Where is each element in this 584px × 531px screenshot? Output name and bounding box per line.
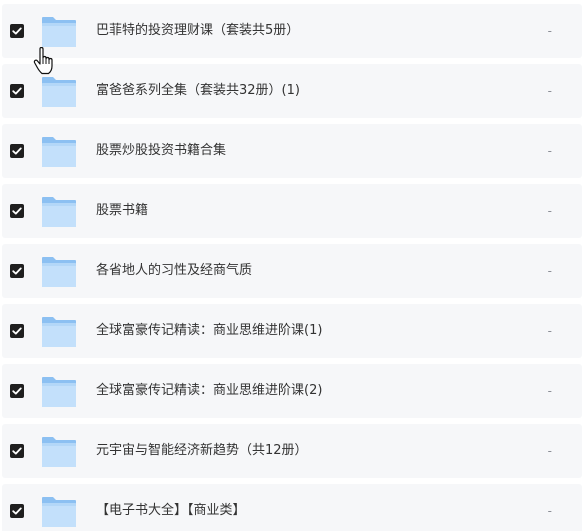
file-meta: - bbox=[547, 84, 552, 98]
file-name[interactable]: 元宇宙与智能经济新趋势（共12册） bbox=[96, 442, 308, 460]
checkbox-checked-icon[interactable] bbox=[10, 84, 24, 98]
file-name[interactable]: 富爸爸系列全集（套装共32册）(1) bbox=[96, 82, 300, 100]
checkbox-checked-icon[interactable] bbox=[10, 504, 24, 518]
folder-icon bbox=[42, 497, 76, 527]
hand-pointer-cursor-icon bbox=[33, 47, 53, 75]
folder-icon bbox=[42, 197, 76, 227]
file-name[interactable]: 全球富豪传记精读：商业思维进阶课(1) bbox=[96, 322, 322, 340]
file-meta: - bbox=[547, 324, 552, 338]
checkbox-checked-icon[interactable] bbox=[10, 264, 24, 278]
file-name[interactable]: 【电子书大全】【商业类】 bbox=[96, 502, 246, 520]
file-meta: - bbox=[547, 504, 552, 518]
file-row[interactable]: 【电子书大全】【商业类】 - bbox=[2, 484, 582, 531]
file-meta: - bbox=[547, 204, 552, 218]
file-row[interactable]: 巴菲特的投资理财课（套装共5册） - bbox=[2, 4, 582, 58]
file-name[interactable]: 各省地人的习性及经商气质 bbox=[96, 262, 252, 280]
file-name[interactable]: 巴菲特的投资理财课（套装共5册） bbox=[96, 22, 299, 40]
checkbox-checked-icon[interactable] bbox=[10, 204, 24, 218]
file-row[interactable]: 全球富豪传记精读：商业思维进阶课(1) - bbox=[2, 304, 582, 358]
file-meta: - bbox=[547, 264, 552, 278]
file-row[interactable]: 元宇宙与智能经济新趋势（共12册） - bbox=[2, 424, 582, 478]
file-meta: - bbox=[547, 384, 552, 398]
file-row[interactable]: 股票炒股投资书籍合集 - bbox=[2, 124, 582, 178]
checkbox-checked-icon[interactable] bbox=[10, 384, 24, 398]
file-row[interactable]: 各省地人的习性及经商气质 - bbox=[2, 244, 582, 298]
folder-icon bbox=[42, 137, 76, 167]
file-list: 巴菲特的投资理财课（套装共5册） - 富爸爸系列全集（套装共32册）(1) - … bbox=[0, 0, 584, 531]
file-row[interactable]: 全球富豪传记精读：商业思维进阶课(2) - bbox=[2, 364, 582, 418]
checkbox-checked-icon[interactable] bbox=[10, 144, 24, 158]
folder-icon bbox=[42, 257, 76, 287]
checkbox-checked-icon[interactable] bbox=[10, 324, 24, 338]
checkbox-checked-icon[interactable] bbox=[10, 24, 24, 38]
file-meta: - bbox=[547, 144, 552, 158]
file-row[interactable]: 富爸爸系列全集（套装共32册）(1) - bbox=[2, 64, 582, 118]
folder-icon bbox=[42, 317, 76, 347]
file-name[interactable]: 股票书籍 bbox=[96, 202, 148, 220]
folder-icon bbox=[42, 17, 76, 47]
file-meta: - bbox=[547, 24, 552, 38]
file-meta: - bbox=[547, 444, 552, 458]
file-name[interactable]: 全球富豪传记精读：商业思维进阶课(2) bbox=[96, 382, 322, 400]
file-name[interactable]: 股票炒股投资书籍合集 bbox=[96, 142, 226, 160]
folder-icon bbox=[42, 437, 76, 467]
file-row[interactable]: 股票书籍 - bbox=[2, 184, 582, 238]
folder-icon bbox=[42, 77, 76, 107]
checkbox-checked-icon[interactable] bbox=[10, 444, 24, 458]
folder-icon bbox=[42, 377, 76, 407]
